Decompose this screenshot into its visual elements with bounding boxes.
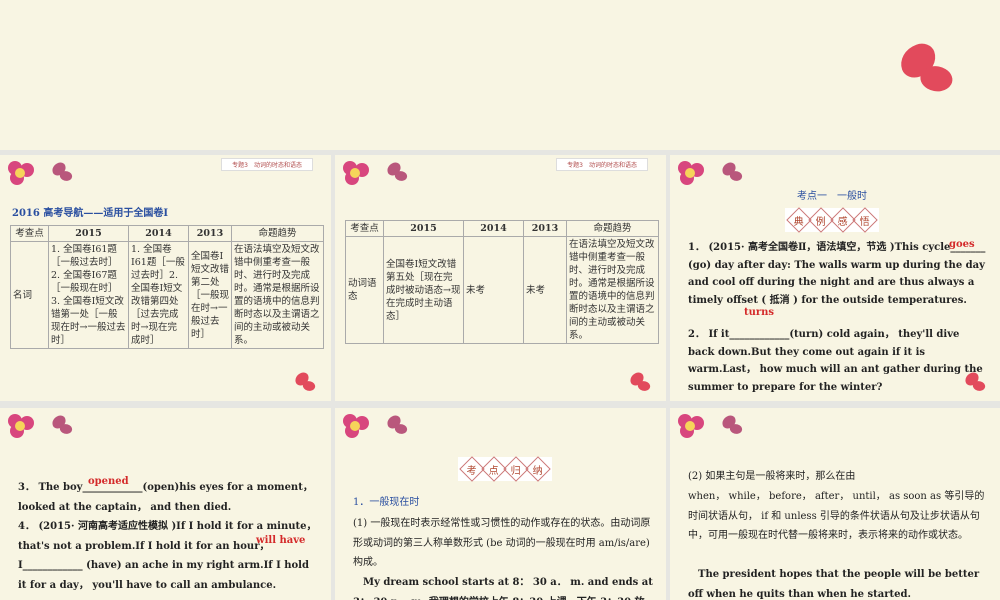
butterfly-icon	[293, 370, 321, 395]
butterfly-icon	[628, 370, 656, 395]
example-sentence: My dream school starts at 8： 30 a． m. an…	[353, 577, 653, 600]
table-cell: 1. 全国卷Ⅰ61题［一般过去时］2. 全国卷Ⅰ67题［一般现在时］3. 全国卷…	[48, 241, 129, 349]
slide-thumbnail-2[interactable]: 专题3 动词的时态和语态 考查点 2015 2014 2013 命题趋势 动词语态 全国卷…	[335, 155, 666, 401]
slide-thumbnail-6[interactable]: (2) 如果主句是一般将来时，那么在由 when， while， before，…	[670, 408, 1000, 600]
flower-icon	[339, 159, 373, 189]
butterfly-icon	[720, 413, 748, 438]
badge-char: 例	[816, 216, 826, 228]
col-header: 2015	[48, 225, 129, 242]
table-cell: 未考	[523, 236, 567, 344]
butterfly-icon	[50, 160, 78, 185]
badge-char: 典	[794, 216, 804, 228]
table-cell: 全国卷Ⅰ短文改错第二处［一般现在时→一般过去时］	[188, 241, 232, 349]
question-3: 3． The boy____________(open)his eyes for…	[18, 482, 313, 513]
col-header: 命题趋势	[231, 225, 324, 242]
butterfly-icon	[385, 413, 413, 438]
section-badge: 考点归纳	[458, 456, 552, 482]
col-header: 命题趋势	[566, 220, 659, 237]
butterfly-icon	[895, 39, 1000, 150]
header-tag: 专题3 动词的时态和语态	[221, 158, 313, 171]
badge-char: 悟	[860, 216, 870, 228]
slide-thumbnail-top[interactable]	[0, 0, 1000, 150]
answer-1: goes	[949, 239, 975, 250]
slide-title: 2016 高考导航——适用于全国卷Ⅰ	[12, 208, 168, 219]
paragraph: (2) 如果主句是一般将来时，那么在由	[688, 471, 856, 482]
flower-icon	[4, 412, 38, 442]
header-tag: 专题3 动词的时态和语态	[556, 158, 648, 171]
flower-icon	[4, 159, 38, 189]
section-subtitle: 考点一 一般时	[797, 191, 867, 202]
question-4: 4． (2015· 河南高考适应性模拟 )If I hold it for a …	[18, 521, 317, 591]
badge-char: 感	[838, 216, 848, 228]
question-1: 1． (2015· 高考全国卷Ⅱ，语法填空，节选 )This cycle____…	[688, 242, 986, 306]
table-cell: 全国卷Ⅰ短文改错第五处［现在完成时被动语态→现在完成时主动语态］	[383, 236, 464, 344]
table-cell: 未考	[463, 236, 524, 344]
paragraph: when， while， before， after， until， as so…	[688, 491, 985, 541]
slide-thumbnail-5[interactable]: 考点归纳 1．一般现在时 (1) 一般现在时表示经常性或习惯性的动作或存在的状态…	[335, 408, 666, 600]
butterfly-icon	[720, 160, 748, 185]
col-header: 2013	[188, 225, 232, 242]
exam-table: 考查点 2015 2014 2013 命题趋势 动词语态 全国卷Ⅰ短文改错第五处［现在完成…	[345, 220, 659, 344]
butterfly-icon	[963, 370, 991, 395]
flower-icon	[674, 159, 708, 189]
col-header: 2015	[383, 220, 464, 237]
flower-icon	[674, 412, 708, 442]
answer-4: will have	[256, 535, 306, 546]
col-header: 考查点	[345, 220, 384, 237]
section-badge: 典例感悟	[785, 207, 879, 233]
flower-icon	[339, 412, 373, 442]
paragraph: (1) 一般现在时表示经常性或习惯性的动作或存在的状态。由动词原形或动词的第三人…	[353, 518, 651, 568]
col-header: 考查点	[10, 225, 49, 242]
col-header: 2013	[523, 220, 567, 237]
badge-char: 归	[511, 465, 521, 477]
table-cell: 在语法填空及短文改错中侧重考查一般时、进行时及完成时。通常是根据所设置的语境中的…	[566, 236, 659, 344]
table-cell: 在语法填空及短文改错中侧重考查一般时、进行时及完成时。通常是根据所设置的语境中的…	[231, 241, 324, 349]
badge-char: 点	[489, 465, 499, 477]
badge-char: 纳	[533, 465, 543, 477]
question-2: 2． If it____________(turn) cold again， t…	[688, 329, 983, 393]
example-sentence: The president hopes that the people will…	[688, 569, 980, 600]
slide-thumbnail-1[interactable]: 专题3 动词的时态和语态 2016 高考导航——适用于全国卷Ⅰ 考查点 2015 2…	[0, 155, 331, 401]
exam-table: 考查点 2015 2014 2013 命题趋势 名词 1. 全国卷Ⅰ61题［一般过去时］2…	[10, 225, 324, 349]
col-header: 2014	[128, 225, 189, 242]
answer-3: opened	[88, 476, 129, 487]
badge-char: 考	[467, 465, 477, 477]
table-cell: 1. 全国卷Ⅰ61题［一般过去时］2. 全国卷Ⅰ短文改错第四处［过去完成时→现在…	[128, 241, 189, 349]
table-cell: 动词语态	[345, 236, 384, 344]
slide-thumbnail-3[interactable]: 考点一 一般时 典例感悟 1． (2015· 高考全国卷Ⅱ，语法填空，节选 )T…	[670, 155, 1000, 401]
butterfly-icon	[385, 160, 413, 185]
section-heading: 1．一般现在时	[353, 497, 420, 508]
col-header: 2014	[463, 220, 524, 237]
butterfly-icon	[50, 413, 78, 438]
table-cell: 名词	[10, 241, 49, 349]
slide-thumbnail-4[interactable]: 3． The boy____________(open)his eyes for…	[0, 408, 331, 600]
answer-2: turns	[744, 307, 775, 318]
